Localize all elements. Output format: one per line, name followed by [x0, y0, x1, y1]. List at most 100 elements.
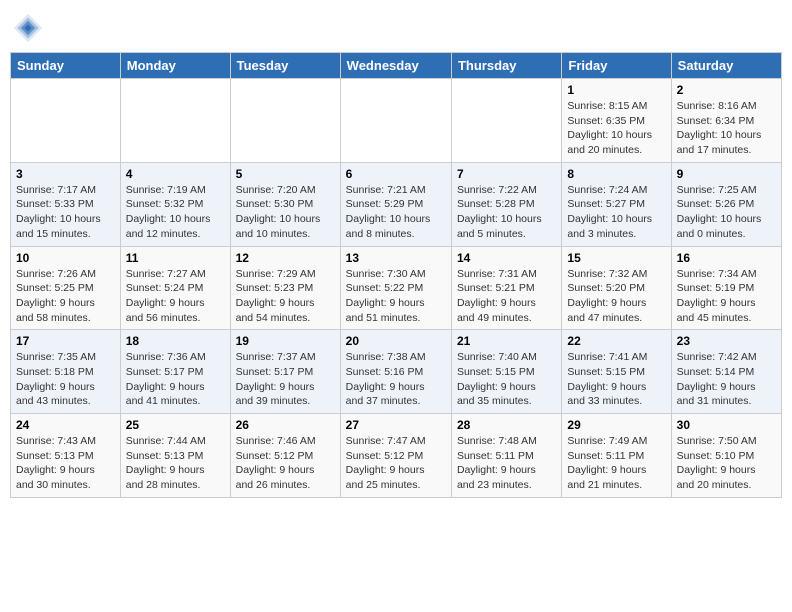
- weekday-header-saturday: Saturday: [671, 53, 781, 79]
- day-number: 12: [236, 251, 335, 265]
- week-row-3: 10 Sunrise: 7:26 AM Sunset: 5:25 PM Dayli…: [11, 246, 782, 330]
- day-cell: [120, 79, 230, 163]
- day-cell: 7 Sunrise: 7:22 AM Sunset: 5:28 PM Daylig…: [451, 162, 561, 246]
- day-cell: 16 Sunrise: 7:34 AM Sunset: 5:19 PM Dayli…: [671, 246, 781, 330]
- day-cell: 29 Sunrise: 7:49 AM Sunset: 5:11 PM Dayli…: [562, 414, 671, 498]
- day-number: 15: [567, 251, 665, 265]
- day-info: Sunrise: 7:48 AM Sunset: 5:11 PM Dayligh…: [457, 434, 556, 493]
- day-number: 7: [457, 167, 556, 181]
- day-info: Sunrise: 7:26 AM Sunset: 5:25 PM Dayligh…: [16, 267, 115, 326]
- day-info: Sunrise: 7:41 AM Sunset: 5:15 PM Dayligh…: [567, 350, 665, 409]
- day-cell: 23Sunrise: 7:42 AM Sunset: 5:14 PM Dayli…: [671, 330, 781, 414]
- day-number: 1: [567, 83, 665, 97]
- day-info: Sunrise: 7:34 AM Sunset: 5:19 PM Dayligh…: [677, 267, 776, 326]
- day-number: 16: [677, 251, 776, 265]
- day-cell: 21 Sunrise: 7:40 AM Sunset: 5:15 PM Dayli…: [451, 330, 561, 414]
- day-number: 14: [457, 251, 556, 265]
- week-row-5: 24 Sunrise: 7:43 AM Sunset: 5:13 PM Dayli…: [11, 414, 782, 498]
- day-info: Sunrise: 7:25 AM Sunset: 5:26 PM Dayligh…: [677, 183, 776, 242]
- day-info: Sunrise: 7:35 AM Sunset: 5:18 PM Dayligh…: [16, 350, 115, 409]
- day-info: Sunrise: 7:19 AM Sunset: 5:32 PM Dayligh…: [126, 183, 225, 242]
- day-number: 30: [677, 418, 776, 432]
- day-info: Sunrise: 7:30 AM Sunset: 5:22 PM Dayligh…: [346, 267, 446, 326]
- day-info: Sunrise: 7:31 AM Sunset: 5:21 PM Dayligh…: [457, 267, 556, 326]
- week-row-4: 17 Sunrise: 7:35 AM Sunset: 5:18 PM Dayli…: [11, 330, 782, 414]
- day-cell: 25 Sunrise: 7:44 AM Sunset: 5:13 PM Dayli…: [120, 414, 230, 498]
- weekday-header-sunday: Sunday: [11, 53, 121, 79]
- day-info: Sunrise: 7:49 AM Sunset: 5:11 PM Dayligh…: [567, 434, 665, 493]
- page-header: [10, 10, 782, 46]
- day-info: Sunrise: 7:42 AM Sunset: 5:14 PM Dayligh…: [677, 350, 776, 409]
- day-number: 18: [126, 334, 225, 348]
- day-number: 24: [16, 418, 115, 432]
- day-info: Sunrise: 7:21 AM Sunset: 5:29 PM Dayligh…: [346, 183, 446, 242]
- day-cell: [230, 79, 340, 163]
- day-number: 10: [16, 251, 115, 265]
- day-cell: [340, 79, 451, 163]
- day-cell: 8 Sunrise: 7:24 AM Sunset: 5:27 PM Daylig…: [562, 162, 671, 246]
- day-cell: [451, 79, 561, 163]
- day-number: 6: [346, 167, 446, 181]
- day-info: Sunrise: 7:36 AM Sunset: 5:17 PM Dayligh…: [126, 350, 225, 409]
- day-info: Sunrise: 7:44 AM Sunset: 5:13 PM Dayligh…: [126, 434, 225, 493]
- weekday-header-wednesday: Wednesday: [340, 53, 451, 79]
- day-cell: 22 Sunrise: 7:41 AM Sunset: 5:15 PM Dayli…: [562, 330, 671, 414]
- day-info: Sunrise: 7:32 AM Sunset: 5:20 PM Dayligh…: [567, 267, 665, 326]
- day-cell: 18 Sunrise: 7:36 AM Sunset: 5:17 PM Dayli…: [120, 330, 230, 414]
- day-number: 9: [677, 167, 776, 181]
- day-cell: 17 Sunrise: 7:35 AM Sunset: 5:18 PM Dayli…: [11, 330, 121, 414]
- day-cell: 12 Sunrise: 7:29 AM Sunset: 5:23 PM Dayli…: [230, 246, 340, 330]
- day-info: Sunrise: 7:24 AM Sunset: 5:27 PM Dayligh…: [567, 183, 665, 242]
- day-cell: 2 Sunrise: 8:16 AM Sunset: 6:34 PM Daylig…: [671, 79, 781, 163]
- day-cell: 28 Sunrise: 7:48 AM Sunset: 5:11 PM Dayli…: [451, 414, 561, 498]
- weekday-header-tuesday: Tuesday: [230, 53, 340, 79]
- day-cell: 13 Sunrise: 7:30 AM Sunset: 5:22 PM Dayli…: [340, 246, 451, 330]
- day-cell: 6 Sunrise: 7:21 AM Sunset: 5:29 PM Daylig…: [340, 162, 451, 246]
- day-cell: 1 Sunrise: 8:15 AM Sunset: 6:35 PM Daylig…: [562, 79, 671, 163]
- day-info: Sunrise: 7:38 AM Sunset: 5:16 PM Dayligh…: [346, 350, 446, 409]
- day-cell: 26Sunrise: 7:46 AM Sunset: 5:12 PM Dayli…: [230, 414, 340, 498]
- weekday-header-thursday: Thursday: [451, 53, 561, 79]
- day-cell: 3 Sunrise: 7:17 AM Sunset: 5:33 PM Daylig…: [11, 162, 121, 246]
- day-cell: 11Sunrise: 7:27 AM Sunset: 5:24 PM Dayli…: [120, 246, 230, 330]
- day-number: 3: [16, 167, 115, 181]
- day-cell: 4 Sunrise: 7:19 AM Sunset: 5:32 PM Daylig…: [120, 162, 230, 246]
- logo-icon: [10, 10, 46, 46]
- day-number: 28: [457, 418, 556, 432]
- day-number: 8: [567, 167, 665, 181]
- day-cell: [11, 79, 121, 163]
- weekday-header-friday: Friday: [562, 53, 671, 79]
- day-info: Sunrise: 7:20 AM Sunset: 5:30 PM Dayligh…: [236, 183, 335, 242]
- day-number: 29: [567, 418, 665, 432]
- day-info: Sunrise: 7:29 AM Sunset: 5:23 PM Dayligh…: [236, 267, 335, 326]
- day-cell: 15 Sunrise: 7:32 AM Sunset: 5:20 PM Dayli…: [562, 246, 671, 330]
- day-cell: 20Sunrise: 7:38 AM Sunset: 5:16 PM Dayli…: [340, 330, 451, 414]
- day-number: 2: [677, 83, 776, 97]
- day-info: Sunrise: 8:15 AM Sunset: 6:35 PM Dayligh…: [567, 99, 665, 158]
- day-cell: 27 Sunrise: 7:47 AM Sunset: 5:12 PM Dayli…: [340, 414, 451, 498]
- day-number: 17: [16, 334, 115, 348]
- day-number: 4: [126, 167, 225, 181]
- day-number: 19: [236, 334, 335, 348]
- day-number: 21: [457, 334, 556, 348]
- day-number: 22: [567, 334, 665, 348]
- day-number: 27: [346, 418, 446, 432]
- weekday-header-monday: Monday: [120, 53, 230, 79]
- day-number: 13: [346, 251, 446, 265]
- day-cell: 24 Sunrise: 7:43 AM Sunset: 5:13 PM Dayli…: [11, 414, 121, 498]
- day-number: 5: [236, 167, 335, 181]
- day-info: Sunrise: 7:17 AM Sunset: 5:33 PM Dayligh…: [16, 183, 115, 242]
- day-info: Sunrise: 8:16 AM Sunset: 6:34 PM Dayligh…: [677, 99, 776, 158]
- calendar-table: SundayMondayTuesdayWednesdayThursdayFrid…: [10, 52, 782, 498]
- day-info: Sunrise: 7:27 AM Sunset: 5:24 PM Dayligh…: [126, 267, 225, 326]
- day-info: Sunrise: 7:40 AM Sunset: 5:15 PM Dayligh…: [457, 350, 556, 409]
- week-row-2: 3 Sunrise: 7:17 AM Sunset: 5:33 PM Daylig…: [11, 162, 782, 246]
- logo: [10, 10, 50, 46]
- day-number: 25: [126, 418, 225, 432]
- day-info: Sunrise: 7:43 AM Sunset: 5:13 PM Dayligh…: [16, 434, 115, 493]
- day-cell: 10 Sunrise: 7:26 AM Sunset: 5:25 PM Dayli…: [11, 246, 121, 330]
- day-number: 26: [236, 418, 335, 432]
- day-info: Sunrise: 7:22 AM Sunset: 5:28 PM Dayligh…: [457, 183, 556, 242]
- day-info: Sunrise: 7:47 AM Sunset: 5:12 PM Dayligh…: [346, 434, 446, 493]
- weekday-header-row: SundayMondayTuesdayWednesdayThursdayFrid…: [11, 53, 782, 79]
